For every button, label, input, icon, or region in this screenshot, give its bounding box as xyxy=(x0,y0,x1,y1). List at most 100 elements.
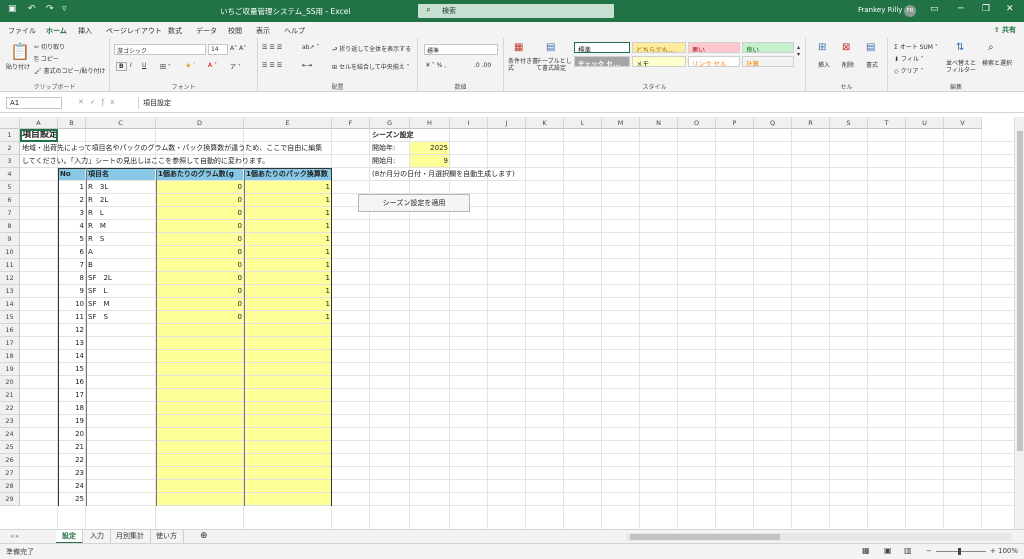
item-name[interactable] xyxy=(86,363,156,376)
paste-icon[interactable]: 📋 xyxy=(10,42,30,61)
item-no[interactable]: 2 xyxy=(58,194,86,207)
season-title[interactable]: シーズン設定 xyxy=(370,129,450,142)
row-header[interactable]: 16 xyxy=(0,324,20,337)
font-color-icon[interactable]: A ˅ xyxy=(208,62,217,69)
delete-cells-button[interactable]: 削除 xyxy=(842,60,854,69)
sheet-tab-input[interactable]: 入力 xyxy=(84,530,111,544)
item-grams[interactable] xyxy=(156,467,244,480)
item-no[interactable]: 4 xyxy=(58,220,86,233)
horizontal-scrollbar[interactable] xyxy=(626,533,1012,541)
row-header[interactable]: 11 xyxy=(0,259,20,272)
item-name[interactable]: B xyxy=(86,259,156,272)
row-header[interactable]: 28 xyxy=(0,480,20,493)
table-format-icon[interactable]: ▤ xyxy=(546,42,555,53)
column-header[interactable]: B xyxy=(58,117,86,129)
tab-help[interactable]: ヘルプ xyxy=(284,26,305,36)
item-packs[interactable]: 1 xyxy=(244,246,332,259)
item-packs[interactable]: 1 xyxy=(244,272,332,285)
decimal-icons[interactable]: .0 .00 xyxy=(474,62,491,69)
item-grams[interactable] xyxy=(156,415,244,428)
item-name[interactable]: SF S xyxy=(86,311,156,324)
add-sheet-icon[interactable]: ⊕ xyxy=(194,530,214,544)
number-format-select[interactable]: 標準 xyxy=(424,44,498,55)
item-name[interactable] xyxy=(86,402,156,415)
paste-button[interactable]: 貼り付け xyxy=(6,62,30,71)
format-cells-icon[interactable]: ▤ xyxy=(866,42,875,53)
formula-icons[interactable]: ✕✓ƒx xyxy=(78,98,120,106)
item-grams[interactable] xyxy=(156,493,244,506)
horizontal-align-icons[interactable]: ☰☰☰ xyxy=(262,62,284,69)
insert-cells-button[interactable]: 挿入 xyxy=(818,60,830,69)
font-grow-shrink[interactable]: A˄ A˅ xyxy=(230,45,246,52)
row-header[interactable]: 4 xyxy=(0,168,20,181)
vertical-align-icons[interactable]: ☰☰☰ xyxy=(262,44,284,51)
item-grams[interactable] xyxy=(156,376,244,389)
item-packs[interactable]: 1 xyxy=(244,259,332,272)
item-name[interactable]: R S xyxy=(86,233,156,246)
name-box[interactable]: A1 xyxy=(6,97,62,109)
undo-icon[interactable]: ↶ xyxy=(28,4,36,14)
item-grams[interactable]: 0 xyxy=(156,207,244,220)
item-grams[interactable]: 0 xyxy=(156,220,244,233)
column-header[interactable]: E xyxy=(244,117,332,129)
currency-icon[interactable]: ¥ ˅ % , xyxy=(426,62,446,69)
find-select-button[interactable]: 検索と選択 xyxy=(982,60,1014,67)
row-header[interactable]: 13 xyxy=(0,285,20,298)
insert-cells-icon[interactable]: ⊞ xyxy=(818,42,826,53)
column-header[interactable]: R xyxy=(792,117,830,129)
row-header[interactable]: 15 xyxy=(0,311,20,324)
apply-season-button[interactable]: シーズン設定を適用 xyxy=(358,194,470,212)
style-calculation[interactable]: 計算 xyxy=(742,56,794,67)
item-no[interactable]: 3 xyxy=(58,207,86,220)
tab-insert[interactable]: 挿入 xyxy=(78,26,92,36)
row-header[interactable]: 14 xyxy=(0,298,20,311)
row-header[interactable]: 21 xyxy=(0,389,20,402)
season-note[interactable]: (8か月分の日付・月選択欄を自動生成します) xyxy=(370,168,570,181)
item-packs[interactable] xyxy=(244,480,332,493)
style-neutral[interactable]: どちらでも... xyxy=(632,42,686,53)
item-no[interactable]: 15 xyxy=(58,363,86,376)
column-header[interactable]: J xyxy=(488,117,526,129)
orientation-icon[interactable]: ab↗ ˅ xyxy=(302,44,319,51)
row-header[interactable]: 23 xyxy=(0,415,20,428)
sheet-tab-monthly[interactable]: 月別集計 xyxy=(110,530,151,544)
table-format-button[interactable]: テーブルとして書式設定 xyxy=(536,58,572,72)
row-header[interactable]: 10 xyxy=(0,246,20,259)
item-packs[interactable] xyxy=(244,441,332,454)
style-check-cell[interactable]: チェック セ... xyxy=(574,56,630,67)
font-name-select[interactable]: 游ゴシック xyxy=(114,44,206,55)
page-layout-view-icon[interactable]: ▣ xyxy=(884,546,892,555)
item-grams[interactable] xyxy=(156,428,244,441)
page-break-view-icon[interactable]: ▥ xyxy=(904,546,912,555)
item-name[interactable] xyxy=(86,493,156,506)
item-name[interactable]: A xyxy=(86,246,156,259)
row-header[interactable]: 27 xyxy=(0,467,20,480)
item-packs[interactable] xyxy=(244,324,332,337)
item-packs[interactable] xyxy=(244,337,332,350)
tab-formulas[interactable]: 数式 xyxy=(168,26,182,36)
format-cells-button[interactable]: 書式 xyxy=(866,60,878,69)
phonetic-icon[interactable]: ア ˅ xyxy=(230,62,241,71)
item-packs[interactable]: 1 xyxy=(244,207,332,220)
style-bad[interactable]: 悪い xyxy=(688,42,740,53)
column-header[interactable]: O xyxy=(678,117,716,129)
item-grams[interactable]: 0 xyxy=(156,246,244,259)
item-no[interactable]: 13 xyxy=(58,337,86,350)
item-grams[interactable] xyxy=(156,454,244,467)
item-no[interactable]: 20 xyxy=(58,428,86,441)
item-packs[interactable] xyxy=(244,428,332,441)
restore-icon[interactable]: ❐ xyxy=(982,4,990,14)
sheet-tab-settings[interactable]: 設定 xyxy=(56,530,83,544)
sheet-tab-howto[interactable]: 使い方 xyxy=(150,530,184,544)
item-packs[interactable] xyxy=(244,415,332,428)
item-name[interactable] xyxy=(86,428,156,441)
indent-icons[interactable]: ⇤⇥ xyxy=(302,62,312,69)
merge-center-button[interactable]: ⊞ セルを結合して中央揃え ˅ xyxy=(332,62,410,71)
item-grams[interactable]: 0 xyxy=(156,298,244,311)
description-line-1[interactable]: 地域・出荷先によって項目名やパックのグラム数・パック換算数が違うため、ここで自由… xyxy=(20,142,362,155)
item-grams[interactable]: 0 xyxy=(156,233,244,246)
styles-scroll-icon[interactable]: ▴ ▾ xyxy=(797,44,800,58)
user-name[interactable]: Frankey Rilly xyxy=(858,6,902,14)
zoom-slider-thumb[interactable] xyxy=(958,548,961,555)
fill-color-icon[interactable]: ◈ ˅ xyxy=(186,62,196,69)
